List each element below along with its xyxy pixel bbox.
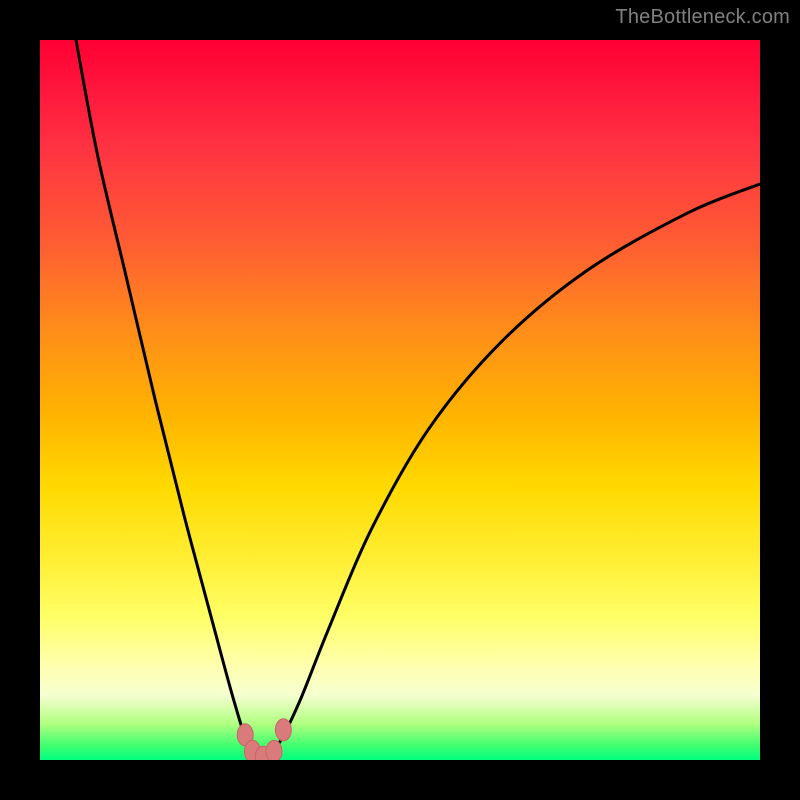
plot-area [40,40,760,760]
marker-layer [237,719,291,760]
bottleneck-curve [76,40,760,760]
chart-svg [40,40,760,760]
chart-frame: TheBottleneck.com [0,0,800,800]
watermark-text: TheBottleneck.com [615,6,790,29]
data-marker [266,740,282,760]
curve-layer [76,40,760,760]
data-marker [275,719,291,741]
